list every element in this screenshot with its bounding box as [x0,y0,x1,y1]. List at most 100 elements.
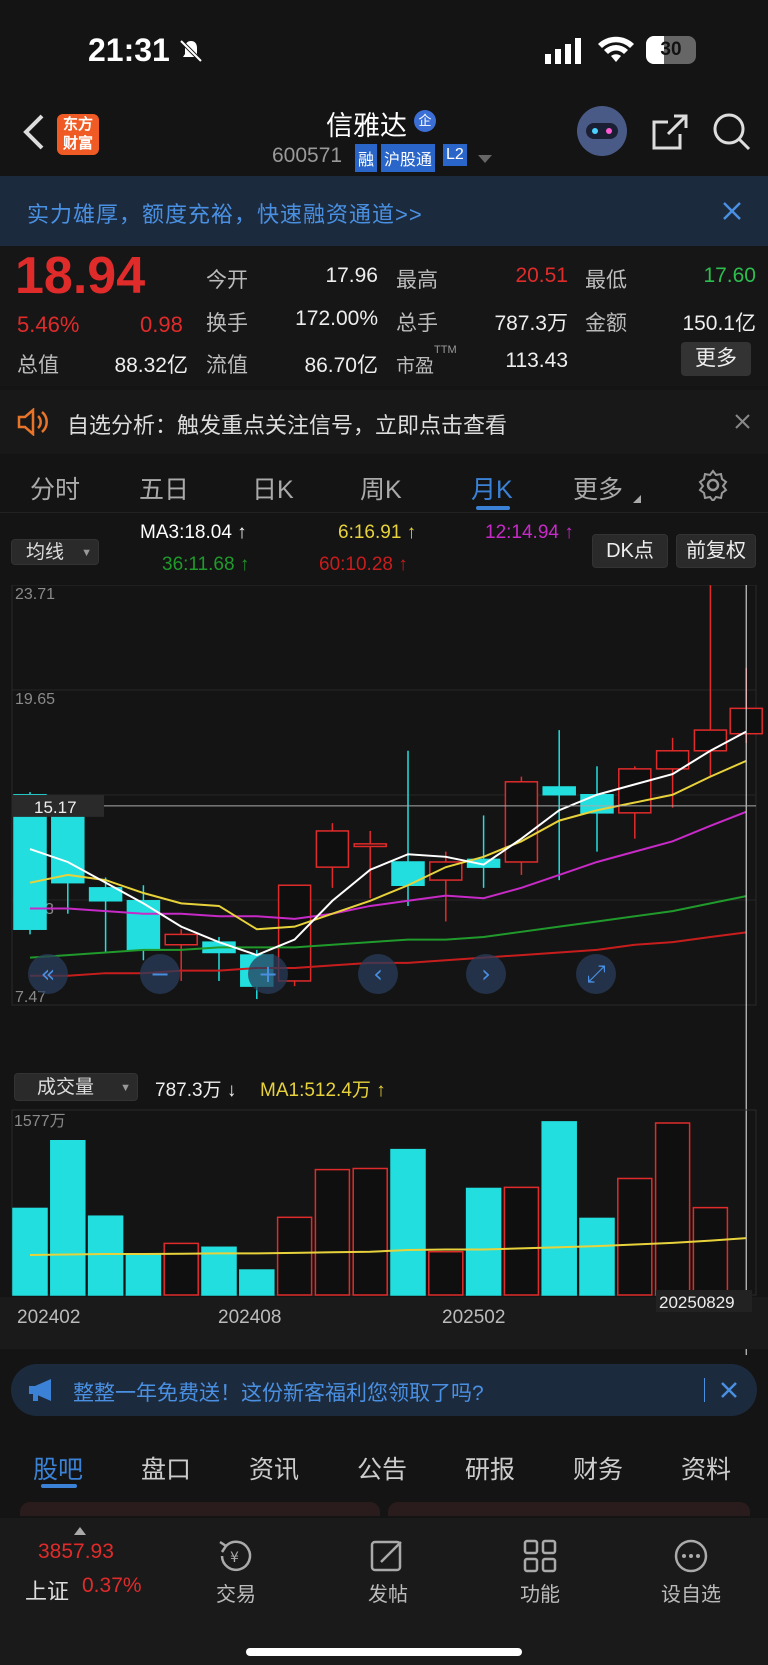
stock-code: 600571 [272,144,343,167]
ma36-label-text: 36:11.68 [162,554,235,575]
float-label: 流值 [206,354,248,377]
volume-bar [239,1269,275,1296]
ma3-label: MA3:18.04 ↑ [140,522,247,543]
zoom-out-icon-glyph: − [150,960,170,988]
volume-bar [50,1140,86,1296]
dock-add-watchlist[interactable]: 设自选 [651,1578,731,1607]
candle-body [504,781,539,863]
status-time: 21:31 [88,32,170,68]
share-icon[interactable] [650,112,690,157]
tab-daily-k[interactable]: 日K [252,470,294,506]
signal-icon [545,38,585,69]
tab-more[interactable]: 更多 [573,470,623,506]
tab-news[interactable]: 资讯 [249,1450,299,1486]
adjust-button[interactable]: 前复权 [676,534,756,568]
watchlist-icon [673,1538,709,1579]
tab-announcements[interactable]: 公告 [357,1450,407,1486]
tab-financials[interactable]: 财务 [573,1450,623,1486]
index-pct: 0.37% [82,1574,142,1597]
more-button[interactable]: 更多 [681,342,751,376]
ma-selector-caret-icon: ▼ [81,547,92,559]
status-bar: 21:31 30 [0,0,768,100]
volume-ma1-text: MA1:512.4万 [260,1080,371,1101]
ma6-label-text: 6:16.91 [338,522,402,543]
adjust-label: 前复权 [686,540,746,562]
card-preview-right [388,1502,750,1516]
candle-body [164,933,198,946]
battery-level: 30 [660,39,682,60]
volume-bar [87,1215,124,1296]
kline-chart[interactable]: 均线 ▼ MA3:18.04 ↑ 6:16.91 ↑ 12:14.94 ↑ 36… [0,515,768,1355]
volume-label: 总手 [396,312,438,335]
tab-five-day[interactable]: 五日 [139,470,189,506]
ma-selector-label: 均线 [26,542,65,563]
crosshair-date-label: 20250829 [659,1293,735,1312]
dropdown-icon[interactable] [478,152,492,170]
back-icon[interactable] [22,112,46,157]
promo-divider [704,1378,705,1402]
enterprise-badge: 企 [414,110,436,132]
tab-monthly-k[interactable]: 月K [471,470,513,506]
candle-body [353,843,387,848]
close-icon[interactable] [722,201,742,226]
pe-value: 113.43 [505,349,568,372]
x-tick-label: 202402 [17,1307,80,1328]
post-icon [369,1538,405,1579]
promo-bar[interactable]: 整整一年免费送！这份新客福利您领取了吗? [11,1364,757,1416]
volume-ma1: MA1:512.4万 ↑ [260,1080,386,1101]
candle-body [51,809,85,884]
tab-forum[interactable]: 股吧 [33,1450,83,1486]
volume-max-label: 1577万 [14,1113,66,1130]
amount-value: 150.1亿 [682,312,756,335]
home-indicator[interactable] [246,1648,522,1656]
period-tabs: 分时 五日 日K 周K 月K 更多 [0,458,768,513]
ma60-label: 60:10.28 ↑ [319,554,408,575]
margin-banner[interactable]: 实力雄厚，额度充裕，快速融资通道>> [0,176,768,246]
dock-trade[interactable]: 交易 [196,1578,276,1607]
candle-body [391,861,425,887]
volume-bar [125,1253,162,1296]
svg-text:¥: ¥ [230,1550,239,1566]
volume-selector[interactable]: 成交量 ▼ [14,1073,138,1101]
search-icon[interactable] [712,112,752,157]
volume-bar [654,1122,691,1296]
content-tabs: 股吧 盘口 资讯 公告 研报 财务 资料 [0,1432,768,1502]
dk-point-button[interactable]: DK点 [592,534,668,568]
tab-weekly-k[interactable]: 周K [360,470,402,506]
dock-post[interactable]: 发帖 [348,1578,428,1607]
card-preview-left [20,1502,380,1516]
tab-intraday[interactable]: 分时 [30,470,80,506]
next-icon-glyph: › [481,960,491,988]
volume-bar [617,1177,653,1296]
assistant-avatar[interactable] [577,106,627,156]
index-expand-icon[interactable] [74,1522,86,1540]
total-value: 88.32亿 [114,354,188,377]
nav-bar: 东方财富 信雅达 企 600571 融 沪股通 L2 [0,100,768,177]
tag-margin: 融 [355,144,378,172]
dock-functions[interactable]: 功能 [500,1578,580,1607]
battery-icon: 30 [646,36,696,64]
ma-selector[interactable]: 均线 ▼ [11,539,99,565]
notice-close-icon[interactable] [735,414,750,434]
volume-bar [314,1168,351,1296]
change-amount: 0.98 [140,312,183,337]
settings-icon[interactable] [697,469,729,506]
app-logo[interactable]: 东方财富 [57,114,99,155]
tab-profile[interactable]: 资料 [681,1450,731,1486]
candlestick-plot[interactable]: 23.7119.6515.5911.537.4715.17«−+‹›⤢1577万… [0,585,768,1365]
volume-selector-label: 成交量 [37,1077,95,1098]
fast-back-icon-glyph: « [41,960,56,988]
volume-bar [579,1217,615,1296]
high-label: 最高 [396,269,438,292]
candle-body [126,900,161,951]
y-tick-label: 23.71 [15,586,55,603]
index-value[interactable]: 3857.93 [38,1540,114,1564]
promo-close-icon[interactable] [721,1382,737,1403]
tab-orderbook[interactable]: 盘口 [141,1450,191,1486]
dk-point-label: DK点 [606,540,654,562]
analysis-notice[interactable]: 自选分析：触发重点关注信号，立即点击查看 [0,390,768,454]
volume-bar [276,1216,313,1296]
high-value: 20.51 [515,264,568,287]
tab-research[interactable]: 研报 [465,1450,515,1486]
ma6-label: 6:16.91 ↑ [338,522,417,543]
